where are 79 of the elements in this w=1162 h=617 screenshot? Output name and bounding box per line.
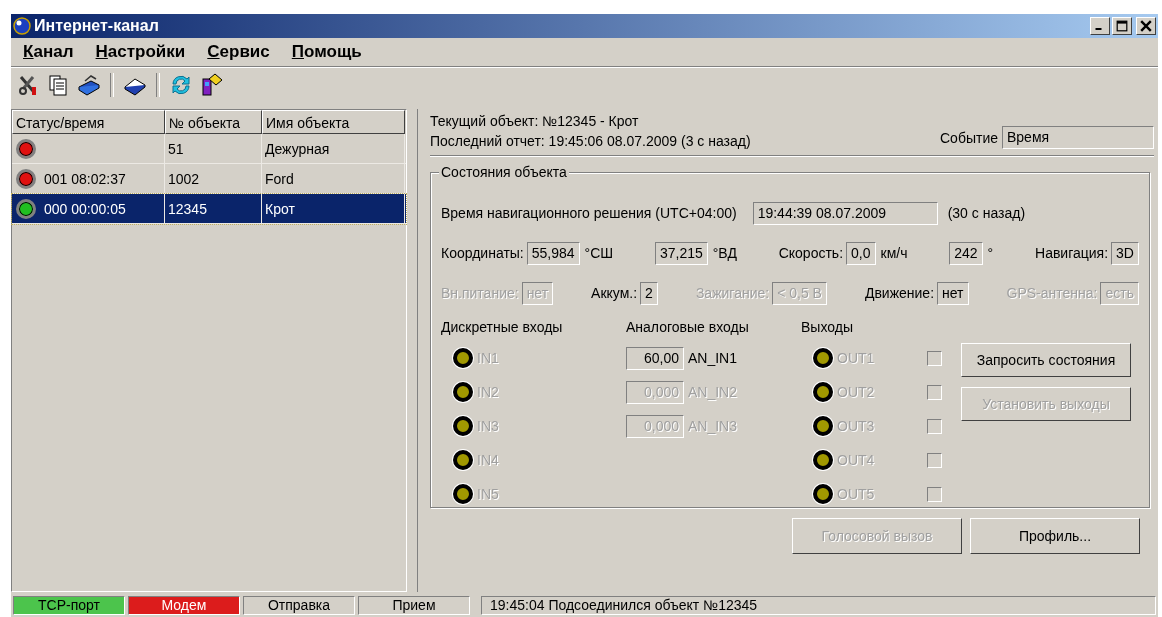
status-panel: Модем — [128, 596, 240, 615]
maximize-icon — [1116, 20, 1128, 32]
close-icon — [1140, 20, 1152, 32]
maximize-button[interactable] — [1112, 17, 1132, 35]
menu-item[interactable]: Настройки — [95, 42, 186, 62]
led-indicator — [453, 382, 473, 402]
led-indicator — [453, 416, 473, 436]
group-title: Состояния объекта — [439, 164, 569, 180]
object-number: 51 — [168, 140, 184, 157]
value-field[interactable]: 2 — [640, 281, 658, 305]
field-label: Координаты: — [441, 245, 524, 261]
status-panel: Отправка — [243, 596, 355, 615]
field-label: Навигация: — [1035, 245, 1109, 261]
menu-item[interactable]: Канал — [23, 42, 74, 62]
window-title: Интернет-канал — [34, 17, 160, 35]
column-header[interactable]: Статус/время — [12, 110, 165, 134]
unit-label: °СШ — [584, 245, 614, 261]
refresh-icon[interactable] — [169, 73, 193, 97]
led-indicator — [813, 484, 833, 504]
field-label: Аккум.: — [591, 285, 638, 301]
led-indicator — [813, 382, 833, 402]
led-indicator — [453, 450, 473, 470]
checkbox[interactable] — [927, 486, 942, 502]
unit-label: °ВД — [712, 245, 737, 261]
nav-time-field[interactable]: 19:44:39 08.07.2009 — [752, 201, 938, 225]
event-label: Событие — [940, 129, 998, 146]
object-row[interactable]: 000 00:00:05 12345 Крот — [12, 194, 406, 224]
led-indicator — [813, 416, 833, 436]
last-report-text: Последний отчет: 19:45:06 08.07.2009 (3 с назад) — [430, 133, 751, 149]
checkbox[interactable] — [927, 418, 942, 434]
value-field[interactable]: нет — [937, 281, 969, 305]
checkbox[interactable] — [927, 384, 942, 400]
section-heading: Дискретные входы — [441, 319, 564, 335]
column-header[interactable]: Имя объекта — [262, 110, 405, 134]
led-indicator — [813, 348, 833, 368]
object-name: Ford — [265, 170, 294, 187]
checkbox[interactable] — [927, 452, 942, 468]
value-field[interactable]: 37,215 — [654, 241, 708, 265]
section-heading: Выходы — [801, 319, 854, 335]
value-field[interactable]: 60,00 — [626, 346, 684, 370]
led-indicator — [813, 450, 833, 470]
action-button[interactable]: Запросить состояния — [961, 343, 1131, 377]
field-label: Скорость: — [778, 245, 844, 261]
menu-item[interactable]: Помощь — [291, 42, 362, 62]
section-heading: Аналоговые входы — [626, 319, 750, 335]
phone-message-icon[interactable] — [199, 73, 223, 97]
minimize-button[interactable] — [1090, 17, 1110, 35]
object-row[interactable]: 51 Дежурная — [12, 134, 406, 164]
nav-time-label: Время навигационного решения (UTC+04:00) — [441, 205, 737, 221]
value-field[interactable]: 3D — [1111, 241, 1139, 265]
event-field[interactable]: Время — [1002, 126, 1154, 149]
current-object-text: Текущий объект: №12345 - Крот — [430, 113, 640, 129]
value-field[interactable]: 242 — [949, 241, 983, 265]
input-label: AN_IN1 — [688, 350, 738, 366]
unit-label: ° — [987, 245, 994, 261]
object-number: 12345 — [168, 200, 207, 217]
object-name: Крот — [265, 200, 295, 217]
status-message: 19:45:04 Подсоединился объект №12345 — [481, 596, 1156, 615]
status-panel: TCP-порт — [13, 596, 125, 615]
action-button[interactable]: Профиль... — [970, 518, 1140, 554]
unit-label: км/ч — [880, 245, 908, 261]
led-indicator — [453, 348, 473, 368]
menu-item[interactable]: Сервис — [207, 42, 270, 62]
led-indicator — [453, 484, 473, 504]
nav-time-ago: (30 с назад) — [947, 205, 1026, 221]
minimize-icon — [1095, 28, 1102, 30]
device-icon[interactable] — [77, 73, 101, 97]
object-name: Дежурная — [265, 140, 330, 157]
status-panel: Прием — [358, 596, 470, 615]
value-field[interactable]: 0,0 — [846, 241, 876, 265]
status-time: 000 00:00:05 — [44, 200, 126, 217]
status-time: 001 08:02:37 — [44, 170, 126, 187]
object-number: 1002 — [168, 170, 200, 187]
field-label: Движение: — [864, 285, 935, 301]
globe-icon — [13, 17, 31, 35]
checkbox[interactable] — [927, 350, 942, 366]
close-button[interactable] — [1136, 17, 1156, 35]
column-header[interactable]: № объекта — [165, 110, 262, 134]
value-field[interactable]: 55,984 — [526, 241, 580, 265]
